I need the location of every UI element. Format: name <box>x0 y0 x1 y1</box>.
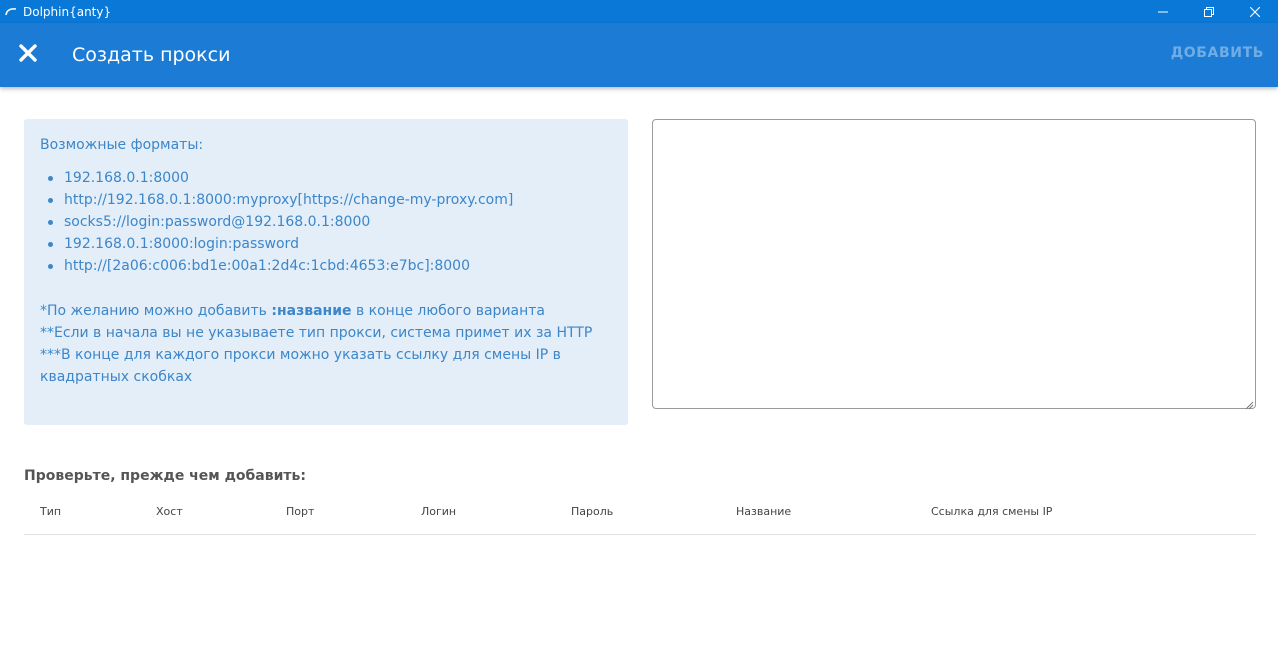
column-header-name: Название <box>736 505 792 518</box>
window-titlebar: Dolphin{anty} <box>0 0 1278 23</box>
close-dialog-button[interactable] <box>16 43 40 67</box>
format-text: http://[2a06:c006:bd1e:00a1:2d4c:1cbd:46… <box>64 258 470 274</box>
dolphin-logo-icon <box>4 5 18 19</box>
column-header-ip-change-link: Ссылка для смены IP <box>931 505 1053 518</box>
format-item: http://192.168.0.1:8000:myproxy[https://… <box>48 189 612 211</box>
format-item: http://[2a06:c006:bd1e:00a1:2d4c:1cbd:46… <box>48 255 612 277</box>
window-controls <box>1140 0 1278 23</box>
note-name-bold: :название <box>271 303 352 319</box>
restore-button[interactable] <box>1186 0 1232 23</box>
format-text: 192.168.0.1:8000 <box>64 170 189 186</box>
restore-icon <box>1204 6 1214 17</box>
add-button[interactable]: ДОБАВИТЬ <box>1171 45 1264 61</box>
note-name-prefix: *По желанию можно добавить <box>40 303 272 319</box>
format-text: 192.168.0.1:8000:login:password <box>64 236 299 252</box>
column-header-port: Порт <box>286 505 315 518</box>
close-icon <box>19 43 37 67</box>
check-title: Проверьте, прежде чем добавить: <box>24 468 306 484</box>
app-bar: Создать прокси ДОБАВИТЬ <box>0 23 1278 87</box>
close-icon <box>1250 6 1260 17</box>
proxy-input[interactable] <box>652 119 1256 409</box>
formats-heading: Возможные форматы: <box>40 137 204 153</box>
format-item: 192.168.0.1:8000 <box>48 167 612 189</box>
column-header-password: Пароль <box>571 505 614 518</box>
column-header-login: Логин <box>421 505 457 518</box>
note-name: *По желанию можно добавить :название в к… <box>40 300 612 322</box>
minimize-icon <box>1158 7 1168 17</box>
format-text: socks5://login:password@192.168.0.1:8000 <box>64 214 371 230</box>
format-notes: *По желанию можно добавить :название в к… <box>40 300 612 388</box>
formats-list: 192.168.0.1:8000 http://192.168.0.1:8000… <box>40 167 612 277</box>
proxy-table-header: Тип Хост Порт Логин Пароль Название Ссыл… <box>24 502 1256 535</box>
column-header-type: Тип <box>40 505 62 518</box>
formats-info-box: Возможные форматы: 192.168.0.1:8000 http… <box>24 119 628 425</box>
minimize-button[interactable] <box>1140 0 1186 23</box>
page-title: Создать прокси <box>72 44 231 66</box>
window-close-button[interactable] <box>1232 0 1278 23</box>
note-type: **Если в начала вы не указываете тип про… <box>40 325 593 341</box>
note-link-line2: квадратных скобках <box>40 369 193 385</box>
note-name-suffix: в конце любого варианта <box>351 303 546 319</box>
note-link-line1: ***В конце для каждого прокси можно указ… <box>40 347 561 363</box>
column-header-host: Хост <box>156 505 183 518</box>
format-text: http://192.168.0.1:8000:myproxy[https://… <box>64 192 514 208</box>
format-item: 192.168.0.1:8000:login:password <box>48 233 612 255</box>
window-title: Dolphin{anty} <box>23 4 112 19</box>
format-item: socks5://login:password@192.168.0.1:8000 <box>48 211 612 233</box>
